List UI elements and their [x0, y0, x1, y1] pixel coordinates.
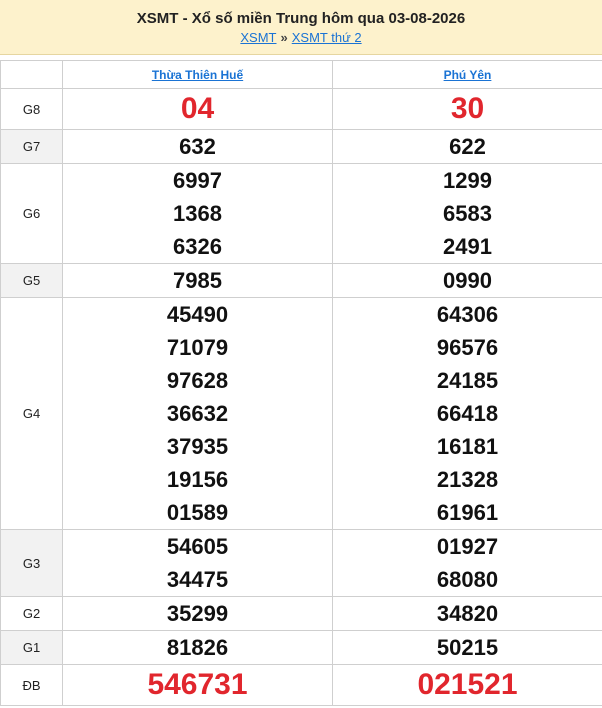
result-cell: 632: [62, 129, 333, 164]
prize-label: G1: [0, 630, 63, 665]
result-number: 21328: [436, 467, 499, 492]
result-cell: 546731: [62, 664, 333, 706]
result-number: 45490: [166, 302, 229, 327]
result-number: 35299: [166, 601, 229, 626]
result-number: 2491: [443, 234, 492, 259]
result-cell: 01927 68080: [332, 529, 602, 597]
prize-label: ĐB: [0, 664, 63, 706]
result-number: 66418: [436, 401, 499, 426]
prize-row-g7: G7 632 622: [0, 129, 602, 164]
result-cell: 45490 71079 97628 36632 37935 19156 0158…: [62, 297, 333, 530]
prize-row-special: ĐB 546731 021521: [0, 664, 602, 706]
prize-label: G7: [0, 129, 63, 164]
result-cell: 54605 34475: [62, 529, 333, 597]
result-cell: 35299: [62, 596, 333, 631]
result-number: 6997: [173, 168, 222, 193]
prize-label: G3: [0, 529, 63, 597]
result-number: 622: [449, 134, 486, 159]
page-header: XSMT - Xổ số miền Trung hôm qua 03-08-20…: [0, 0, 602, 55]
result-cell: 7985: [62, 263, 333, 298]
result-number: 6583: [443, 201, 492, 226]
breadcrumb-link-xsmt-thu-2[interactable]: XSMT thứ 2: [292, 30, 362, 45]
result-number: 61961: [436, 500, 499, 525]
prize-row-g8: G8 04 30: [0, 88, 602, 130]
result-number: 6326: [173, 234, 222, 259]
breadcrumb-separator: »: [280, 30, 288, 45]
prize-label: G8: [0, 88, 63, 130]
results-table: Thừa Thiên Huế Phú Yên G8 04 30 G7 632 6…: [0, 60, 602, 706]
header-prize-cell: [0, 60, 63, 89]
result-cell: 622: [332, 129, 602, 164]
result-number: 04: [180, 92, 215, 125]
result-number: 1299: [443, 168, 492, 193]
result-number: 30: [450, 92, 485, 125]
result-number: 68080: [436, 567, 499, 592]
result-cell: 021521: [332, 664, 602, 706]
result-cell: 1299 6583 2491: [332, 163, 602, 264]
result-number: 24185: [436, 368, 499, 393]
result-number: 34475: [166, 567, 229, 592]
prize-row-g4: G4 45490 71079 97628 36632 37935 19156 0…: [0, 297, 602, 530]
prize-row-g6: G6 6997 1368 6326 1299 6583 2491: [0, 163, 602, 264]
header-province-1: Thừa Thiên Huế: [62, 60, 333, 89]
result-number: 81826: [166, 635, 229, 660]
result-number: 71079: [166, 335, 229, 360]
prize-label: G4: [0, 297, 63, 530]
result-number: 96576: [436, 335, 499, 360]
prize-row-g5: G5 7985 0990: [0, 263, 602, 298]
breadcrumb-link-xsmt[interactable]: XSMT: [240, 30, 276, 45]
result-number: 0990: [443, 268, 492, 293]
result-number: 01927: [436, 534, 499, 559]
special-prize-number: 546731: [147, 668, 248, 701]
result-number: 1368: [173, 201, 222, 226]
result-number: 7985: [173, 268, 222, 293]
header-province-2: Phú Yên: [332, 60, 602, 89]
breadcrumb: XSMT » XSMT thứ 2: [0, 30, 602, 46]
page-title: XSMT - Xổ số miền Trung hôm qua 03-08-20…: [136, 10, 466, 27]
result-number: 97628: [166, 368, 229, 393]
prize-label: G2: [0, 596, 63, 631]
result-number: 50215: [436, 635, 499, 660]
prize-row-g3: G3 54605 34475 01927 68080: [0, 529, 602, 597]
prize-row-g2: G2 35299 34820: [0, 596, 602, 631]
prize-label: G5: [0, 263, 63, 298]
result-number: 34820: [436, 601, 499, 626]
result-cell: 30: [332, 88, 602, 130]
result-number: 19156: [166, 467, 229, 492]
result-cell: 0990: [332, 263, 602, 298]
result-number: 37935: [166, 434, 229, 459]
result-number: 54605: [166, 534, 229, 559]
result-cell: 04: [62, 88, 333, 130]
prize-row-g1: G1 81826 50215: [0, 630, 602, 665]
result-cell: 50215: [332, 630, 602, 665]
result-number: 632: [179, 134, 216, 159]
province-link-phu-yen[interactable]: Phú Yên: [444, 68, 492, 82]
result-number: 01589: [166, 500, 229, 525]
result-cell: 64306 96576 24185 66418 16181 21328 6196…: [332, 297, 602, 530]
result-number: 16181: [436, 434, 499, 459]
result-number: 64306: [436, 302, 499, 327]
result-number: 36632: [166, 401, 229, 426]
result-cell: 81826: [62, 630, 333, 665]
result-cell: 6997 1368 6326: [62, 163, 333, 264]
province-link-thua-thien-hue[interactable]: Thừa Thiên Huế: [152, 68, 243, 82]
special-prize-number: 021521: [417, 668, 518, 701]
table-header-row: Thừa Thiên Huế Phú Yên: [0, 60, 602, 89]
result-cell: 34820: [332, 596, 602, 631]
prize-label: G6: [0, 163, 63, 264]
